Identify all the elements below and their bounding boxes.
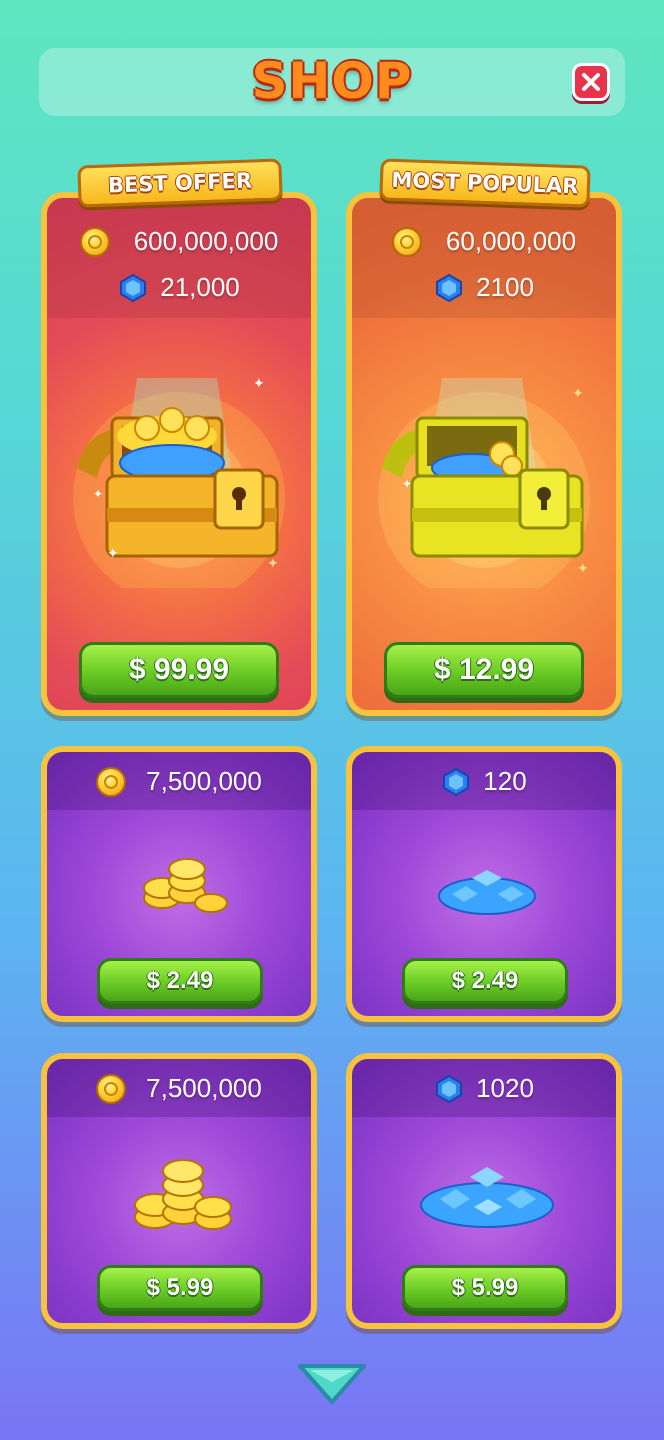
coin-stack-icon: [134, 1159, 232, 1230]
gem-pack-card[interactable]: 1020 $ 5.99: [346, 1053, 622, 1329]
coin-icon: [96, 766, 127, 797]
price-label: $ 5.99: [451, 1274, 519, 1301]
price-label: $ 5.99: [146, 1274, 214, 1301]
svg-text:✦: ✦: [577, 561, 589, 577]
coin-amount: 600,000,000: [133, 226, 279, 256]
price-label: $ 2.49: [146, 967, 214, 994]
pack-amount: 1020: [476, 1073, 534, 1103]
buy-coin-pack-button[interactable]: $ 2.49: [97, 958, 263, 1004]
treasure-chest-icon: ✦ ✦ ✦: [378, 378, 590, 588]
gems-row: 2100: [352, 272, 616, 303]
svg-text:✦: ✦: [402, 477, 412, 491]
pack-amount: 7,500,000: [146, 766, 262, 796]
pack-amount-row: 120: [352, 766, 616, 797]
gem-pile-icon: [438, 870, 536, 915]
coin-pack-card[interactable]: 7,500,000 $ 5.99: [41, 1053, 317, 1329]
ribbon-label: BEST OFFER: [107, 168, 253, 198]
best-offer-card[interactable]: 600,000,000 21,000 ✦ ✦ ✦ ✦ $ 99.99: [41, 192, 317, 716]
buy-most-popular-button[interactable]: $ 12.99: [384, 642, 584, 698]
coins-row: 600,000,000: [47, 226, 311, 257]
chevron-down-icon[interactable]: [296, 1362, 368, 1406]
pack-amount: 120: [483, 766, 527, 796]
pack-amount: 7,500,000: [146, 1073, 262, 1103]
gem-icon: [443, 767, 470, 796]
gem-icon: [436, 273, 463, 302]
gem-icon: [436, 1074, 463, 1103]
gem-pack-card[interactable]: 120 $ 2.49: [346, 746, 622, 1022]
gem-amount: 21,000: [160, 272, 240, 302]
most-popular-ribbon: MOST POPULAR: [379, 158, 591, 208]
buy-best-offer-button[interactable]: $ 99.99: [79, 642, 279, 698]
buy-gem-pack-button[interactable]: $ 2.49: [402, 958, 568, 1004]
svg-text:✦: ✦: [253, 376, 265, 392]
price-label: $ 99.99: [128, 653, 230, 686]
ribbon-label: MOST POPULAR: [391, 167, 579, 199]
coin-icon: [96, 1073, 127, 1104]
treasure-chest-icon: ✦ ✦ ✦ ✦: [73, 376, 285, 588]
coin-icon: [79, 226, 110, 257]
close-icon: [582, 73, 600, 91]
shop-header: SHOP: [39, 48, 625, 116]
price-label: $ 2.49: [451, 967, 519, 994]
gems-row: 21,000: [47, 272, 311, 303]
gem-amount: 2100: [476, 272, 534, 302]
coin-pack-card[interactable]: 7,500,000 $ 2.49: [41, 746, 317, 1022]
svg-text:✦: ✦: [267, 556, 279, 572]
pack-amount-row: 1020: [352, 1073, 616, 1104]
svg-text:✦: ✦: [572, 386, 584, 402]
coin-icon: [391, 226, 422, 257]
gem-icon: [120, 273, 147, 302]
best-offer-ribbon: BEST OFFER: [77, 158, 283, 208]
coin-amount: 60,000,000: [445, 226, 577, 256]
pack-amount-row: 7,500,000: [47, 1073, 311, 1104]
pack-amount-row: 7,500,000: [47, 766, 311, 797]
buy-coin-pack-button[interactable]: $ 5.99: [97, 1265, 263, 1311]
svg-text:✦: ✦: [93, 487, 103, 501]
buy-gem-pack-button[interactable]: $ 5.99: [402, 1265, 568, 1311]
page-title: SHOP: [251, 52, 413, 110]
gem-pile-icon: [420, 1167, 554, 1228]
close-button[interactable]: [572, 63, 610, 101]
coins-row: 60,000,000: [352, 226, 616, 257]
price-label: $ 12.99: [433, 653, 535, 686]
most-popular-card[interactable]: 60,000,000 2100 ✦ ✦ ✦ $ 12.99: [346, 192, 622, 716]
coin-stack-icon: [143, 858, 228, 913]
svg-text:✦: ✦: [107, 546, 119, 562]
